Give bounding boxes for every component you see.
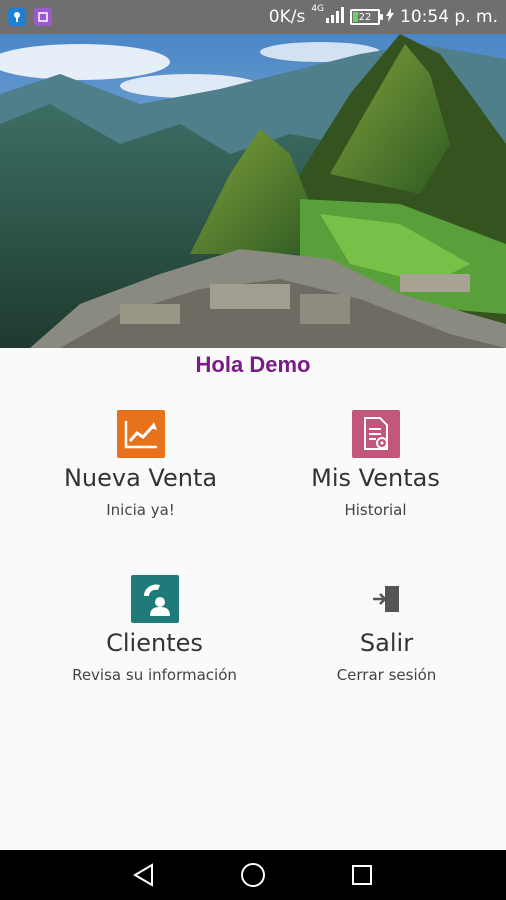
notification-app-icon (34, 8, 52, 26)
greeting-title: Hola Demo (195, 352, 311, 377)
menu-item-mis-ventas[interactable]: Mis Ventas Historial (249, 410, 502, 519)
menu-item-title: Mis Ventas (311, 464, 440, 492)
logout-door-icon (363, 575, 411, 623)
battery-level: 22 (358, 11, 372, 23)
document-gear-icon (351, 410, 400, 458)
menu-item-title: Salir (359, 629, 414, 657)
menu-item-nueva-venta[interactable]: Nueva Venta Inicia ya! (14, 410, 267, 519)
network-speed: 0K/s (268, 7, 306, 27)
menu-item-subtitle: Cerrar sesión (336, 666, 437, 684)
notification-pin-icon (8, 8, 26, 26)
signal-icon (326, 6, 345, 28)
menu-item-title: Clientes (106, 629, 203, 657)
contact-phone-icon (130, 575, 179, 623)
menu-item-subtitle: Revisa su información (72, 666, 237, 684)
charging-icon (386, 7, 395, 27)
home-icon[interactable] (233, 855, 273, 895)
status-bar: 0K/s 4G 22 10:54 p. m. (0, 0, 506, 34)
menu-item-clientes[interactable]: Clientes Revisa su información (28, 575, 281, 684)
menu-item-title: Nueva Venta (63, 464, 218, 492)
menu-item-subtitle: Historial (344, 501, 407, 519)
navigation-bar (0, 850, 506, 900)
menu-item-salir[interactable]: Salir Cerrar sesión (260, 575, 506, 684)
menu-item-subtitle: Inicia ya! (106, 501, 175, 519)
back-icon[interactable] (124, 855, 164, 895)
network-type: 4G (311, 4, 325, 14)
battery-icon: 22 (350, 9, 384, 25)
recents-icon[interactable] (342, 855, 382, 895)
clock: 10:54 p. m. (400, 7, 498, 27)
hero-landscape-image (0, 34, 506, 348)
chart-up-icon (116, 410, 165, 458)
